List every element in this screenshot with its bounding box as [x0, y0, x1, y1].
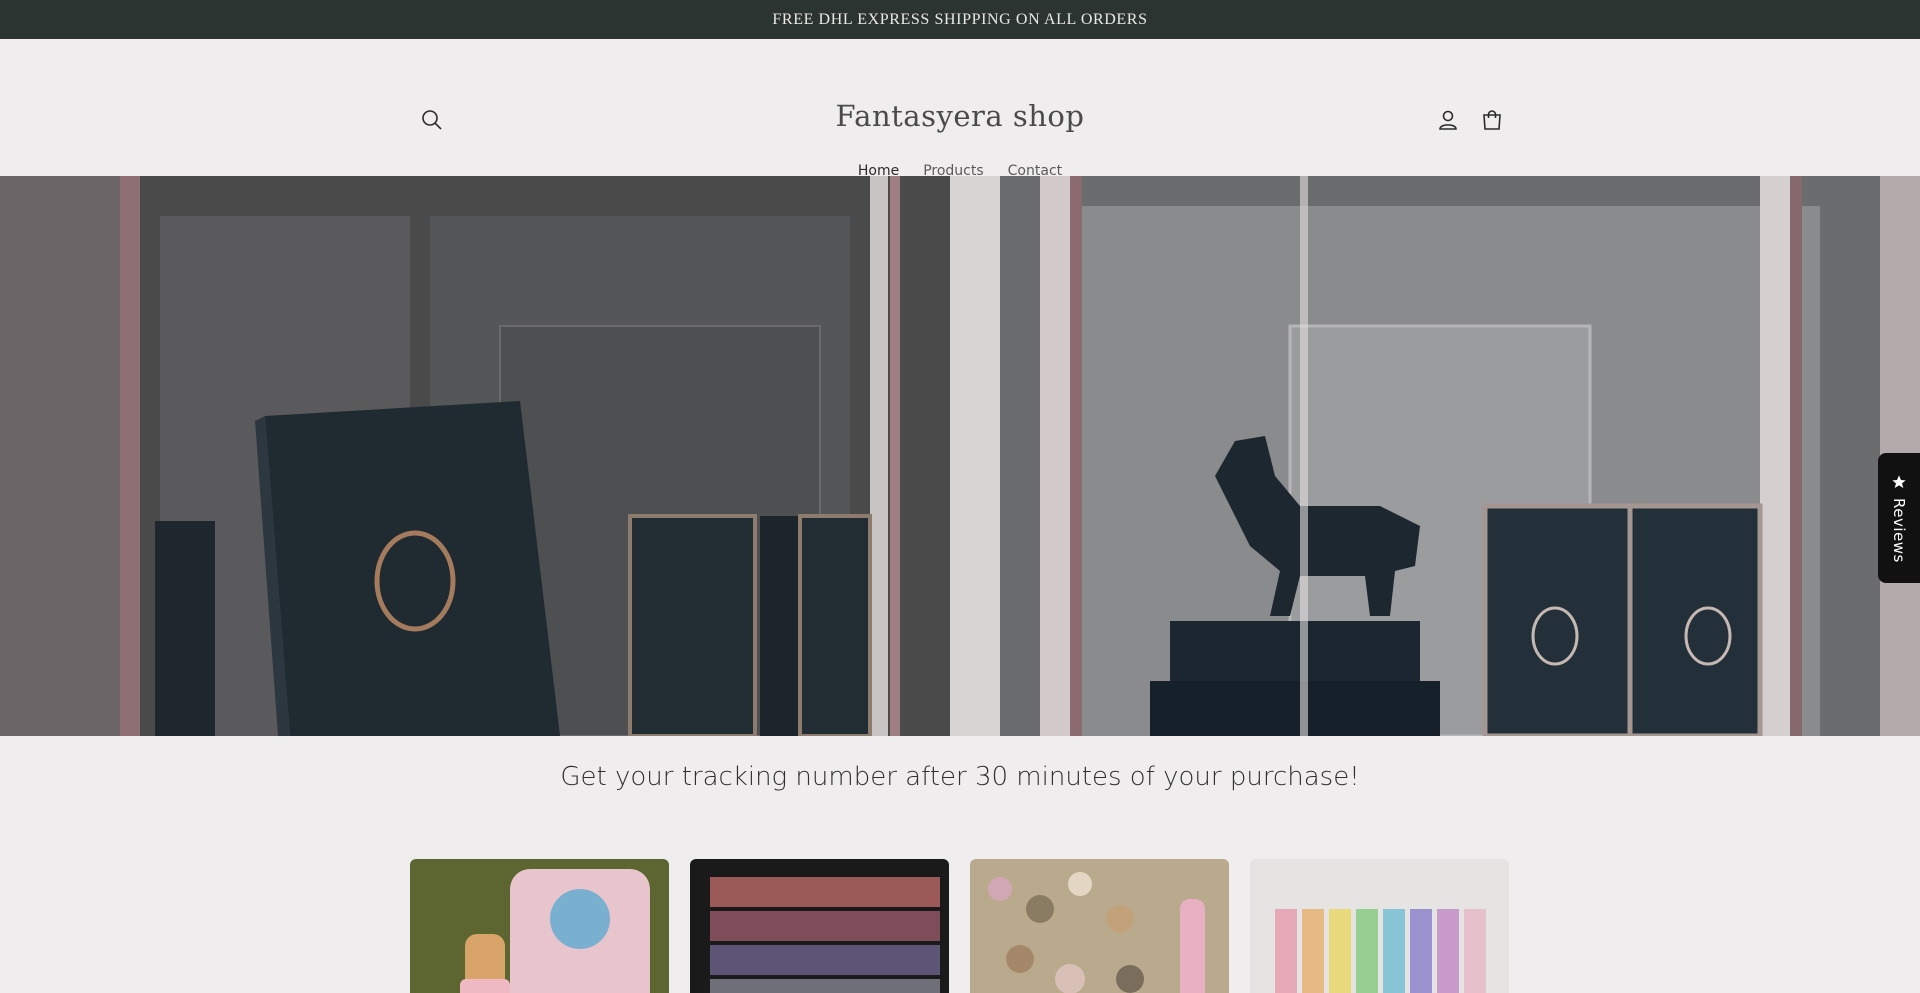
- announcement-bar: FREE DHL EXPRESS SHIPPING ON ALL ORDERS: [0, 0, 1920, 39]
- product-card[interactable]: [690, 859, 949, 993]
- account-icon: [1439, 110, 1457, 130]
- product-card[interactable]: [1250, 859, 1509, 993]
- site-header: Fantasyera shop Home Products Contact: [0, 39, 1920, 179]
- reviews-tab[interactable]: Reviews: [1878, 453, 1920, 583]
- tracking-message: Get your tracking number after 30 minute…: [560, 762, 1360, 792]
- announcement-text: FREE DHL EXPRESS SHIPPING ON ALL ORDERS: [772, 10, 1148, 28]
- account-button[interactable]: [1434, 106, 1462, 134]
- reviews-tab-label: Reviews: [1890, 497, 1908, 563]
- cart-icon: [1483, 110, 1501, 130]
- product-card[interactable]: [410, 859, 669, 993]
- star-icon: [1892, 474, 1906, 488]
- hero-banner-image: [0, 176, 1920, 736]
- product-grid: [410, 859, 1509, 993]
- product-card[interactable]: [970, 859, 1229, 993]
- site-logo[interactable]: Fantasyera shop: [0, 99, 1920, 133]
- cart-button[interactable]: [1478, 106, 1506, 134]
